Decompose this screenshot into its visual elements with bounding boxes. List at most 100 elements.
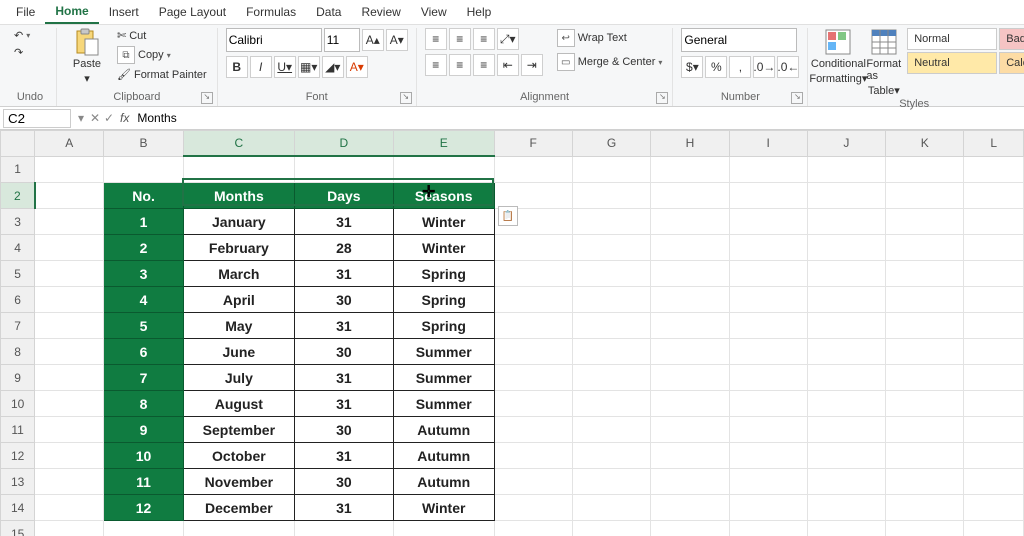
cell-B13[interactable]: 11 [104, 469, 184, 495]
cell-E11[interactable]: Autumn [393, 417, 494, 443]
cell-F4[interactable] [494, 235, 572, 261]
cell-C8[interactable]: June [183, 339, 294, 365]
cell-B11[interactable]: 9 [104, 417, 184, 443]
cell-K15[interactable] [886, 521, 964, 536]
cell-H6[interactable] [651, 287, 729, 313]
row-header-4[interactable]: 4 [1, 235, 35, 261]
cell-L8[interactable] [964, 339, 1024, 365]
cell-C3[interactable]: January [183, 209, 294, 235]
menu-formulas[interactable]: Formulas [236, 1, 306, 23]
cell-A7[interactable] [35, 313, 104, 339]
cell-E12[interactable]: Autumn [393, 443, 494, 469]
cell-E6[interactable]: Spring [393, 287, 494, 313]
cell-F11[interactable] [494, 417, 572, 443]
font-size-select[interactable] [324, 28, 360, 52]
column-header-E[interactable]: E [393, 131, 494, 157]
cell-E3[interactable]: Winter [393, 209, 494, 235]
increase-indent-button[interactable]: ⇥ [521, 54, 543, 76]
cell-C4[interactable]: February [183, 235, 294, 261]
border-button[interactable]: ▦▾ [298, 56, 320, 78]
cell-C11[interactable]: September [183, 417, 294, 443]
column-header-H[interactable]: H [651, 131, 729, 157]
cell-I11[interactable] [729, 417, 807, 443]
cell-K11[interactable] [886, 417, 964, 443]
cell-I2[interactable] [729, 183, 807, 209]
column-header-I[interactable]: I [729, 131, 807, 157]
cell-L9[interactable] [964, 365, 1024, 391]
cell-F5[interactable] [494, 261, 572, 287]
cell-F9[interactable] [494, 365, 572, 391]
cell-G15[interactable] [572, 521, 650, 536]
row-header-2[interactable]: 2 [1, 183, 35, 209]
cell-H5[interactable] [651, 261, 729, 287]
cell-A13[interactable] [35, 469, 104, 495]
cell-I7[interactable] [729, 313, 807, 339]
cell-J13[interactable] [807, 469, 885, 495]
row-header-11[interactable]: 11 [1, 417, 35, 443]
cell-style-neutral[interactable]: Neutral [907, 52, 997, 74]
row-header-5[interactable]: 5 [1, 261, 35, 287]
cell-H2[interactable] [651, 183, 729, 209]
cell-D15[interactable] [294, 521, 393, 536]
cell-H10[interactable] [651, 391, 729, 417]
confirm-formula-icon[interactable]: ✓ [102, 111, 116, 125]
cell-J5[interactable] [807, 261, 885, 287]
percent-format-button[interactable]: % [705, 56, 727, 78]
row-header-10[interactable]: 10 [1, 391, 35, 417]
cell-A2[interactable] [35, 183, 104, 209]
comma-format-button[interactable]: , [729, 56, 751, 78]
cell-E9[interactable]: Summer [393, 365, 494, 391]
menu-data[interactable]: Data [306, 1, 351, 23]
paste-options-button[interactable]: 📋 [498, 206, 518, 226]
cell-K4[interactable] [886, 235, 964, 261]
menu-home[interactable]: Home [45, 0, 98, 24]
menu-help[interactable]: Help [457, 1, 502, 23]
menu-file[interactable]: File [6, 1, 45, 23]
cell-K10[interactable] [886, 391, 964, 417]
cell-J10[interactable] [807, 391, 885, 417]
cell-I4[interactable] [729, 235, 807, 261]
number-dialog-icon[interactable]: ↘ [791, 92, 803, 104]
cell-L14[interactable] [964, 495, 1024, 521]
cell-E2[interactable]: Seasons [393, 183, 494, 209]
cell-A5[interactable] [35, 261, 104, 287]
alignment-dialog-icon[interactable]: ↘ [656, 92, 668, 104]
cell-L2[interactable] [964, 183, 1024, 209]
cell-G7[interactable] [572, 313, 650, 339]
cell-E14[interactable]: Winter [393, 495, 494, 521]
cell-L13[interactable] [964, 469, 1024, 495]
row-header-13[interactable]: 13 [1, 469, 35, 495]
bold-button[interactable]: B [226, 56, 248, 78]
column-header-C[interactable]: C [183, 131, 294, 157]
cell-H12[interactable] [651, 443, 729, 469]
cell-C2[interactable]: Months [183, 183, 294, 209]
align-left-button[interactable]: ≡ [425, 54, 447, 76]
cell-J12[interactable] [807, 443, 885, 469]
cell-A9[interactable] [35, 365, 104, 391]
cell-E13[interactable]: Autumn [393, 469, 494, 495]
cell-K6[interactable] [886, 287, 964, 313]
cell-B7[interactable]: 5 [104, 313, 184, 339]
decrease-font-button[interactable]: A▾ [386, 29, 408, 51]
cell-C1[interactable] [183, 156, 294, 183]
cell-J14[interactable] [807, 495, 885, 521]
cell-K9[interactable] [886, 365, 964, 391]
cell-B3[interactable]: 1 [104, 209, 184, 235]
cell-L15[interactable] [964, 521, 1024, 536]
cell-B15[interactable] [104, 521, 184, 536]
italic-button[interactable]: I [250, 56, 272, 78]
cell-G1[interactable] [572, 156, 650, 183]
copy-button[interactable]: ⧉Copy▾ [115, 45, 209, 65]
row-header-6[interactable]: 6 [1, 287, 35, 313]
column-header-L[interactable]: L [964, 131, 1024, 157]
cell-D8[interactable]: 30 [294, 339, 393, 365]
cell-H14[interactable] [651, 495, 729, 521]
row-header-1[interactable]: 1 [1, 156, 35, 183]
row-header-14[interactable]: 14 [1, 495, 35, 521]
clipboard-dialog-icon[interactable]: ↘ [201, 92, 213, 104]
menu-view[interactable]: View [411, 1, 457, 23]
cell-B2[interactable]: No. [104, 183, 184, 209]
cell-F13[interactable] [494, 469, 572, 495]
cell-D3[interactable]: 31 [294, 209, 393, 235]
cell-D7[interactable]: 31 [294, 313, 393, 339]
